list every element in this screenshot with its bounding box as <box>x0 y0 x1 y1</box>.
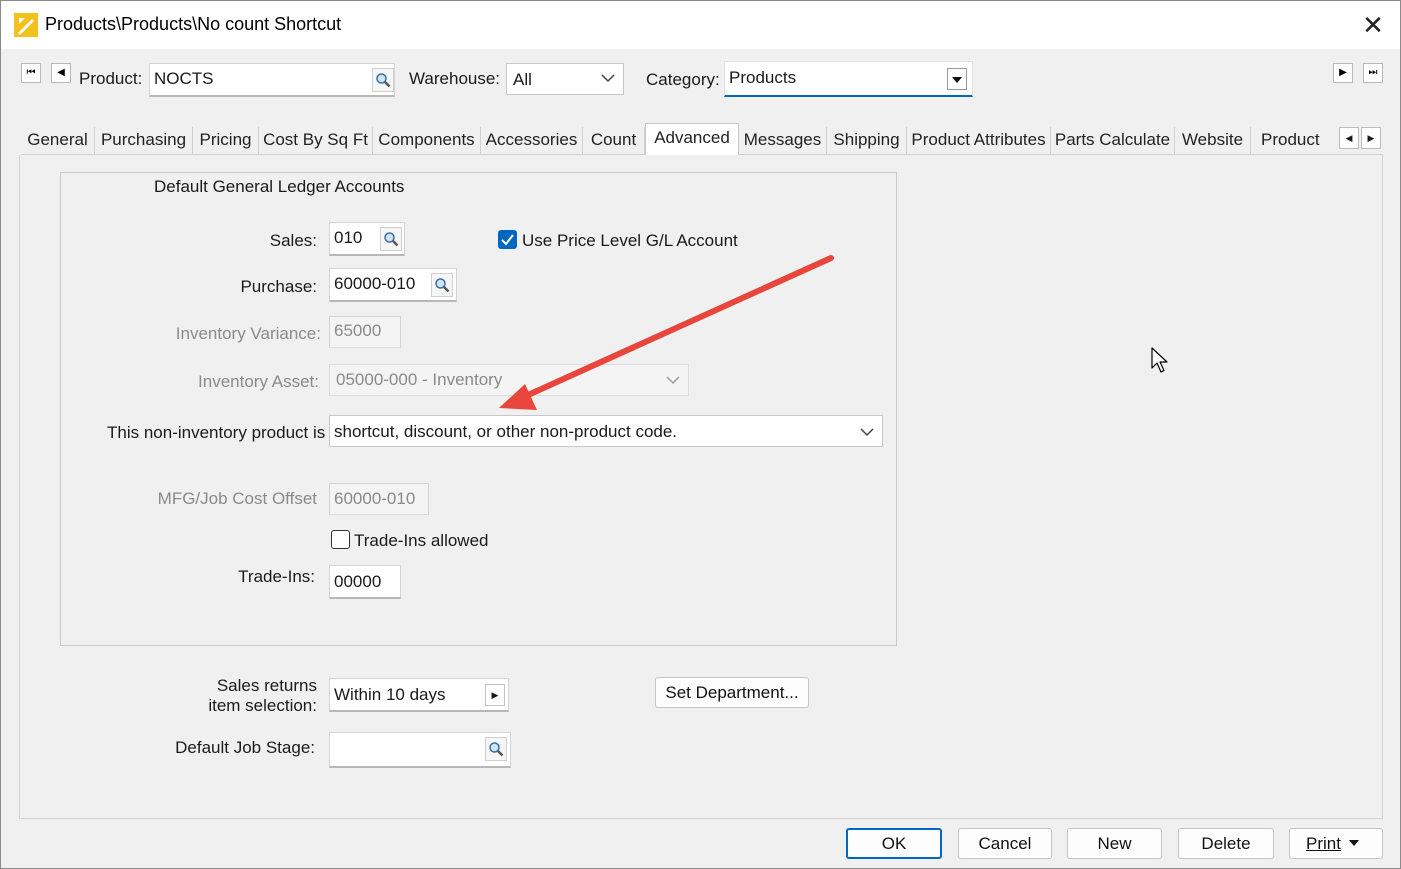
inventory-variance-label: Inventory Variance: <box>175 324 321 343</box>
tab-scroll-left-icon[interactable]: ◀ <box>1339 127 1359 149</box>
inventory-variance-field: 65000 <box>329 316 401 348</box>
mfg-job-cost-offset-field: 60000-010 <box>329 483 429 515</box>
trade-ins-allowed-label: Trade-Ins allowed <box>354 531 489 550</box>
tab-website[interactable]: Website <box>1175 127 1251 155</box>
warehouse-select[interactable]: All <box>506 63 624 95</box>
job-stage-search-icon[interactable] <box>485 737 507 761</box>
sales-returns-label: Sales returns <box>216 676 317 695</box>
product-window: Products\Products\No count Shortcut ✕ ⏮ … <box>0 0 1401 869</box>
tab-purchasing[interactable]: Purchasing <box>95 127 193 155</box>
tab-cost-by-sq-ft[interactable]: Cost By Sq Ft <box>259 127 373 155</box>
category-dropdown-button[interactable] <box>947 68 967 90</box>
default-job-stage-field[interactable] <box>329 732 511 768</box>
category-label: Category: <box>646 70 720 89</box>
trade-ins-label: Trade-Ins: <box>238 567 315 586</box>
next-record-icon[interactable]: ▶ <box>1333 63 1353 83</box>
caret-down-icon <box>1349 840 1359 846</box>
print-label: Print <box>1306 834 1341 853</box>
sales-search-icon[interactable] <box>380 227 402 251</box>
caret-down-icon <box>952 77 962 83</box>
annotation-arrow-icon <box>499 255 834 410</box>
category-value: Products <box>729 68 797 87</box>
warehouse-value: All <box>513 70 532 89</box>
mfg-job-cost-offset-label: MFG/Job Cost Offset <box>157 489 317 508</box>
new-button[interactable]: New <box>1067 828 1162 859</box>
product-label: Product: <box>79 69 143 88</box>
default-job-stage-label: Default Job Stage: <box>175 738 315 757</box>
non-inventory-label: This non-inventory product is a <box>107 423 340 442</box>
tab-components[interactable]: Components <box>373 127 481 155</box>
trade-ins-allowed-checkbox[interactable] <box>331 530 350 549</box>
group-title: Default General Ledger Accounts <box>154 177 405 196</box>
sales-returns-label-line2: item selection: <box>208 696 317 715</box>
inventory-asset-value: 05000-000 - Inventory <box>336 370 503 389</box>
last-record-icon[interactable]: ⏭ <box>1363 63 1383 83</box>
app-icon <box>14 13 38 37</box>
first-record-icon[interactable]: ⏮ <box>21 63 41 83</box>
tab-general[interactable]: General <box>21 127 95 155</box>
tab-pricing[interactable]: Pricing <box>193 127 259 155</box>
purchase-search-icon[interactable] <box>431 273 453 297</box>
category-select[interactable]: Products <box>724 61 973 97</box>
tab-parts-calculate[interactable]: Parts Calculate <box>1051 127 1175 155</box>
cancel-button[interactable]: Cancel <box>958 828 1052 859</box>
tab-scroll-right-icon[interactable]: ▶ <box>1361 127 1381 149</box>
tab-advanced[interactable]: Advanced <box>645 123 739 156</box>
title-bar: Products\Products\No count Shortcut ✕ <box>1 1 1400 49</box>
sales-returns-arrow-icon[interactable]: ▶ <box>485 684 505 706</box>
chevron-down-icon <box>860 428 874 437</box>
purchase-label: Purchase: <box>240 277 317 296</box>
close-button[interactable]: ✕ <box>1347 3 1399 47</box>
tab-count[interactable]: Count <box>583 127 645 155</box>
tab-accessories[interactable]: Accessories <box>481 127 583 155</box>
tab-product-sp[interactable]: Product Sp <box>1251 127 1339 155</box>
tab-product-attributes[interactable]: Product Attributes <box>907 127 1051 155</box>
product-search-icon[interactable] <box>372 68 394 92</box>
product-field[interactable]: NOCTS <box>149 63 395 97</box>
previous-record-icon[interactable]: ◀ <box>51 63 71 83</box>
warehouse-label: Warehouse: <box>409 69 501 88</box>
tab-shipping[interactable]: Shipping <box>827 127 907 155</box>
tab-messages[interactable]: Messages <box>739 127 827 155</box>
set-department-button[interactable]: Set Department... <box>655 677 809 708</box>
trade-ins-field[interactable]: 00000 <box>329 565 401 599</box>
print-button[interactable]: Print <box>1289 828 1383 859</box>
mouse-cursor-icon <box>1151 347 1168 373</box>
tab-strip: General Purchasing Pricing Cost By Sq Ft… <box>21 123 1383 156</box>
ok-button[interactable]: OK <box>846 828 942 859</box>
non-inventory-type-value: shortcut, discount, or other non-product… <box>334 422 678 441</box>
delete-button[interactable]: Delete <box>1178 828 1274 859</box>
inventory-asset-label: Inventory Asset: <box>198 372 319 391</box>
window-title: Products\Products\No count Shortcut <box>45 14 342 34</box>
chevron-down-icon <box>601 74 615 83</box>
sales-label: Sales: <box>269 231 317 250</box>
sales-returns-field[interactable]: Within 10 days <box>329 678 509 712</box>
